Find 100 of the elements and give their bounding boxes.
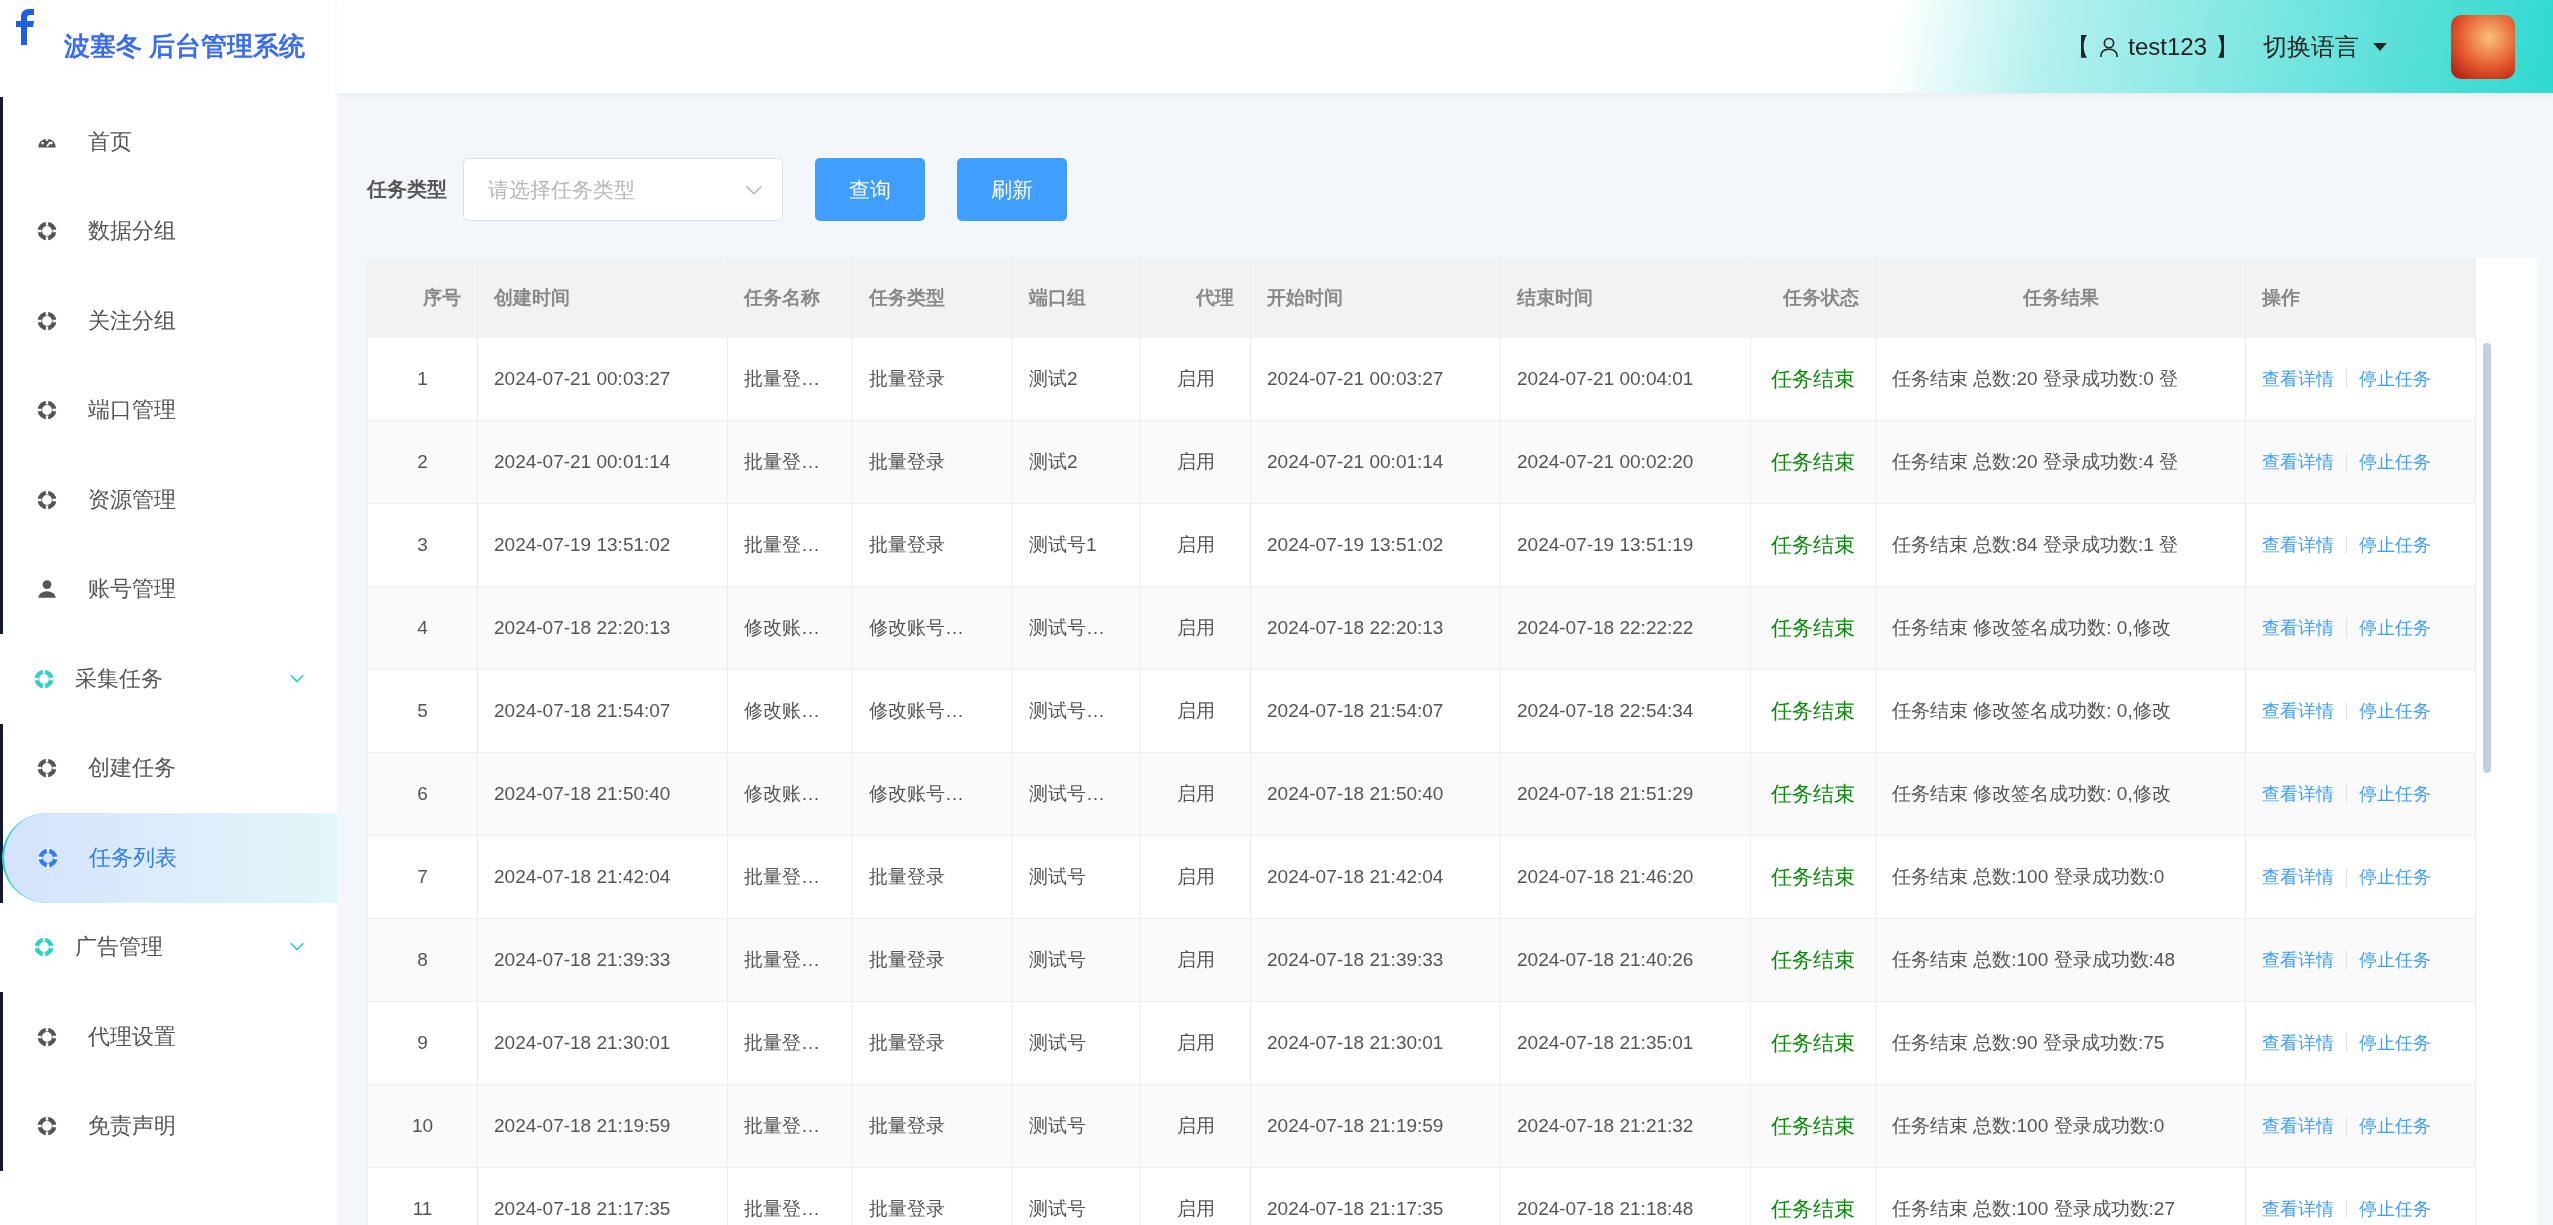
table-cell: 2024-07-18 21:42:04 bbox=[1250, 835, 1501, 919]
table-cell: 2024-07-18 21:50:40 bbox=[1250, 752, 1501, 836]
sidebar-item[interactable]: 创建任务 bbox=[3, 723, 337, 813]
action-button[interactable]: 刷新 bbox=[957, 158, 1067, 221]
table-cell: 2024-07-18 21:30:01 bbox=[1250, 1001, 1501, 1085]
status-text: 任务结束 bbox=[1750, 420, 1876, 504]
table-cell: 启用 bbox=[1140, 420, 1251, 504]
table-link[interactable]: 停止任务 bbox=[2359, 699, 2431, 723]
chevron-icon bbox=[289, 942, 305, 953]
sidebar-item[interactable]: 免责声明 bbox=[3, 1081, 337, 1171]
user-icon bbox=[2098, 35, 2121, 58]
table-cell: 2024-07-18 22:22:22 bbox=[1500, 586, 1751, 670]
table-cell: 启用 bbox=[1140, 1084, 1251, 1168]
lifebuoy-icon bbox=[33, 667, 55, 690]
table-link[interactable]: 查看详情 bbox=[2262, 1114, 2334, 1138]
language-dropdown[interactable]: 切换语言 bbox=[2263, 30, 2387, 63]
table-cell: 2024-07-18 21:42:04 bbox=[477, 835, 728, 919]
table-cell: 批量登录 bbox=[852, 918, 1013, 1002]
table-link[interactable]: 查看详情 bbox=[2262, 1197, 2334, 1221]
table-cell: 任务结束 总数:90 登录成功数:75 bbox=[1875, 1001, 2246, 1085]
table-link[interactable]: 查看详情 bbox=[2262, 865, 2334, 889]
table-cell: 2024-07-18 21:19:59 bbox=[477, 1084, 728, 1168]
table-cell: 11 bbox=[367, 1167, 478, 1225]
table-link[interactable]: 查看详情 bbox=[2262, 1031, 2334, 1055]
column-header: 任务结果 bbox=[1875, 258, 2246, 338]
column-header: 任务状态 bbox=[1750, 258, 1876, 338]
status-text: 任务结束 bbox=[1750, 669, 1876, 753]
sidebar-item[interactable]: 端口管理 bbox=[3, 365, 337, 455]
table-link[interactable]: 停止任务 bbox=[2359, 782, 2431, 806]
status-text: 任务结束 bbox=[1750, 918, 1876, 1002]
table-cell: 2024-07-21 00:01:14 bbox=[1250, 420, 1501, 504]
table-cell: 任务结束 修改签名成功数: 0,修改 bbox=[1875, 752, 2246, 836]
chevron-icon bbox=[745, 185, 763, 195]
table-cell: 测试号… bbox=[1012, 586, 1141, 670]
column-header: 开始时间 bbox=[1250, 258, 1501, 338]
table-cell: 2 bbox=[367, 420, 478, 504]
table-link[interactable]: 查看详情 bbox=[2262, 616, 2334, 640]
table-cell: 批量登… bbox=[727, 918, 853, 1002]
table-cell: 2024-07-18 21:39:33 bbox=[1250, 918, 1501, 1002]
table-cell: 2024-07-21 00:03:27 bbox=[477, 337, 728, 421]
table-link[interactable]: 查看详情 bbox=[2262, 699, 2334, 723]
sidebar-group[interactable]: 广告管理 bbox=[0, 902, 337, 992]
table-link[interactable]: 查看详情 bbox=[2262, 782, 2334, 806]
username: test123 bbox=[2128, 32, 2207, 61]
column-header: 代理 bbox=[1140, 258, 1251, 338]
table-cell: 测试号… bbox=[1012, 752, 1141, 836]
task-type-select[interactable]: 请选择任务类型 bbox=[463, 158, 783, 221]
sidebar-item[interactable]: 首页 bbox=[3, 97, 337, 187]
table-cell: 2024-07-18 22:20:13 bbox=[477, 586, 728, 670]
table-link[interactable]: 停止任务 bbox=[2359, 1114, 2431, 1138]
table-cell: 2024-07-21 00:03:27 bbox=[1250, 337, 1501, 421]
table-cell: 批量登… bbox=[727, 1001, 853, 1085]
table-cell: 批量登录 bbox=[852, 420, 1013, 504]
table-cell: 2024-07-18 21:46:20 bbox=[1500, 835, 1751, 919]
table-link[interactable]: 停止任务 bbox=[2359, 948, 2431, 972]
sidebar-item[interactable]: 数据分组 bbox=[3, 186, 337, 276]
scrollbar-thumb[interactable] bbox=[2483, 343, 2491, 773]
table-cell: 2024-07-21 00:02:20 bbox=[1500, 420, 1751, 504]
table-cell: 测试2 bbox=[1012, 337, 1141, 421]
status-text: 任务结束 bbox=[1750, 835, 1876, 919]
status-text: 任务结束 bbox=[1750, 337, 1876, 421]
sidebar-item[interactable]: 任务列表 bbox=[2, 813, 337, 903]
avatar-image[interactable] bbox=[2451, 14, 2515, 79]
table-link[interactable]: 查看详情 bbox=[2262, 948, 2334, 972]
table-cell: 2024-07-18 21:30:01 bbox=[477, 1001, 728, 1085]
table-cell: 修改账… bbox=[727, 586, 853, 670]
table-cell: 2024-07-19 13:51:02 bbox=[477, 503, 728, 587]
table-link[interactable]: 查看详情 bbox=[2262, 367, 2334, 391]
table-link[interactable]: 停止任务 bbox=[2359, 450, 2431, 474]
table-cell: 2024-07-18 21:35:01 bbox=[1500, 1001, 1751, 1085]
table-cell: 测试2 bbox=[1012, 420, 1141, 504]
table-cell: 1 bbox=[367, 337, 478, 421]
sidebar-item[interactable]: 账号管理 bbox=[3, 544, 337, 634]
table-cell: 批量登录 bbox=[852, 503, 1013, 587]
table-cell: 2024-07-18 21:19:59 bbox=[1250, 1084, 1501, 1168]
table-cell: 启用 bbox=[1140, 835, 1251, 919]
lifebuoy-icon bbox=[36, 1025, 58, 1048]
table-link[interactable]: 停止任务 bbox=[2359, 533, 2431, 557]
sidebar-item[interactable]: 关注分组 bbox=[3, 276, 337, 366]
table-cell: 3 bbox=[367, 503, 478, 587]
status-text: 任务结束 bbox=[1750, 752, 1876, 836]
action-button[interactable]: 查询 bbox=[815, 158, 925, 221]
sidebar-item[interactable]: 代理设置 bbox=[3, 992, 337, 1082]
table-link[interactable]: 停止任务 bbox=[2359, 865, 2431, 889]
column-header: 任务名称 bbox=[727, 258, 853, 338]
table-cell: 启用 bbox=[1140, 337, 1251, 421]
lifebuoy-icon bbox=[36, 1115, 58, 1138]
status-text: 任务结束 bbox=[1750, 503, 1876, 587]
table-cell: 2024-07-21 00:01:14 bbox=[477, 420, 728, 504]
table-link[interactable]: 查看详情 bbox=[2262, 533, 2334, 557]
table-link[interactable]: 查看详情 bbox=[2262, 450, 2334, 474]
table-link[interactable]: 停止任务 bbox=[2359, 1197, 2431, 1221]
table-link[interactable]: 停止任务 bbox=[2359, 1031, 2431, 1055]
table-cell: 测试号 bbox=[1012, 1001, 1141, 1085]
sidebar-group[interactable]: 采集任务 bbox=[0, 634, 337, 724]
table-link[interactable]: 停止任务 bbox=[2359, 367, 2431, 391]
sidebar-item[interactable]: 资源管理 bbox=[3, 455, 337, 545]
table-link[interactable]: 停止任务 bbox=[2359, 616, 2431, 640]
table-cell: 测试号… bbox=[1012, 669, 1141, 753]
table-cell: 2024-07-18 21:39:33 bbox=[477, 918, 728, 1002]
